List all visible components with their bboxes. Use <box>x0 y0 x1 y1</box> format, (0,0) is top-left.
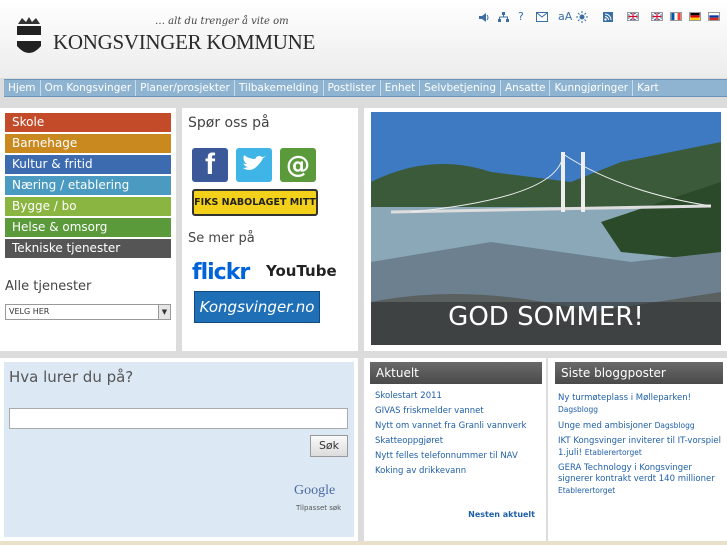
flag-france-icon[interactable] <box>670 12 682 21</box>
flag-russia-icon[interactable] <box>708 12 720 21</box>
facebook-icon[interactable]: f <box>192 148 228 182</box>
hero-caption: GOD SOMMER! <box>448 302 644 332</box>
blog-item[interactable]: Unge med ambisjoner Dagsblogg <box>558 420 724 432</box>
category-bygge[interactable]: Bygge / bo <box>5 197 171 216</box>
blog-list: Ny turmøteplass i Mølleparken! Dagsblogg… <box>558 393 724 501</box>
chevron-down-icon[interactable]: ▼ <box>158 305 170 319</box>
nav-item-selvbetjening[interactable]: Selvbetjening <box>420 80 501 96</box>
sitemap-icon[interactable] <box>498 12 509 23</box>
blog-item[interactable]: IKT Kongsvinger inviterer til IT-vorspie… <box>558 436 724 459</box>
nav-item-planer[interactable]: Planer/prosjekter <box>136 80 235 96</box>
flag-uk-icon[interactable] <box>651 12 663 21</box>
flickr-link[interactable]: flickr <box>192 260 250 285</box>
site-title[interactable]: KONGSVINGER KOMMUNE <box>53 30 315 55</box>
blog-item-source: Etablerertorget <box>584 448 642 457</box>
category-tekniske[interactable]: Tekniske tjenester <box>5 239 171 258</box>
nav-item-kart[interactable]: Kart <box>633 80 663 96</box>
flag-uk-icon[interactable] <box>627 12 639 21</box>
blog-panel: Siste bloggposter Ny turmøteplass i Møll… <box>548 358 727 541</box>
services-title: Alle tjenester <box>5 279 92 294</box>
blog-item[interactable]: Ny turmøteplass i Mølleparken! Dagsblogg <box>558 393 724 416</box>
news-title: Aktuelt <box>370 362 542 384</box>
nav-item-enhet[interactable]: Enhet <box>381 80 421 96</box>
services-select-value: VELG HER <box>9 307 50 316</box>
search-input[interactable] <box>9 408 348 429</box>
category-skole[interactable]: Skole <box>5 113 171 132</box>
youtube-label: YouTube <box>266 262 337 280</box>
category-naering[interactable]: Næring / etablering <box>5 176 171 195</box>
search-title: Hva lurer du på? <box>9 368 134 386</box>
news-item[interactable]: Skolestart 2011 <box>375 391 540 402</box>
blog-item[interactable]: GERA Technology i Kongsvinger signerer k… <box>558 463 724 497</box>
category-panel: Skole Barnehage Kultur & fritid Næring /… <box>0 108 176 351</box>
nav-item-ansatte[interactable]: Ansatte <box>501 80 551 96</box>
blog-item-text: GERA Technology i Kongsvinger signerer k… <box>558 463 715 484</box>
speaker-icon[interactable] <box>478 12 490 23</box>
category-barnehage[interactable]: Barnehage <box>5 134 171 153</box>
kongsvinger-no-link[interactable]: Kongsvinger.no <box>194 291 320 323</box>
services-select[interactable]: VELG HER ▼ <box>5 304 171 320</box>
news-item[interactable]: GIVAS friskmelder vannet <box>375 406 540 417</box>
search-button[interactable]: Søk <box>310 435 348 457</box>
bottom-strip <box>0 541 727 545</box>
text-size-icon[interactable]: aA <box>558 11 572 23</box>
google-subtitle: Tilpasset søk <box>296 504 342 512</box>
fiks-nabolaget-button[interactable]: FIKS NABOLAGET MITT <box>192 189 318 216</box>
youtube-link[interactable]: YouTube <box>266 262 337 280</box>
news-item[interactable]: Skatteoppgjøret <box>375 436 540 447</box>
ask-title: Spør oss på <box>188 115 270 131</box>
header: … alt du trenger å vite om KONGSVINGER K… <box>0 0 727 78</box>
twitter-icon[interactable] <box>236 148 272 182</box>
tagline: … alt du trenger å vite om <box>155 16 289 27</box>
google-logo: Google <box>294 483 336 498</box>
flag-germany-icon[interactable] <box>689 12 701 21</box>
blog-title: Siste bloggposter <box>555 362 723 384</box>
email-icon[interactable]: @ <box>280 148 316 182</box>
news-item[interactable]: Koking av drikkevann <box>375 466 540 477</box>
see-title: Se mer på <box>188 231 255 246</box>
blog-item-source: Dagsblogg <box>558 405 598 414</box>
news-more-link[interactable]: Nesten aktuelt <box>468 510 535 519</box>
crest-icon[interactable] <box>14 16 44 60</box>
help-icon[interactable]: ? <box>518 11 524 23</box>
nav-item-om-kongsvinger[interactable]: Om Kongsvinger <box>41 80 137 96</box>
news-item[interactable]: Nytt felles telefonnummer til NAV <box>375 451 540 462</box>
mail-icon[interactable] <box>536 12 548 22</box>
blog-item-text: Ny turmøteplass i Mølleparken! <box>558 393 692 403</box>
blog-item-text: Unge med ambisjoner <box>558 421 652 431</box>
category-kultur[interactable]: Kultur & fritid <box>5 155 171 174</box>
news-item[interactable]: Nytt om vannet fra Granli vannverk <box>375 421 540 432</box>
category-helse[interactable]: Helse & omsorg <box>5 218 171 237</box>
nav-item-postlister[interactable]: Postlister <box>324 80 381 96</box>
news-list: Skolestart 2011 GIVAS friskmelder vannet… <box>375 391 540 481</box>
blog-item-source: Dagsblogg <box>654 421 695 430</box>
social-panel: Spør oss på f @ FIKS NABOLAGET MITT Se m… <box>182 108 358 351</box>
search-panel: Hva lurer du på? Søk Google Tilpasset sø… <box>0 358 358 541</box>
contrast-icon[interactable] <box>576 11 588 23</box>
rss-icon[interactable] <box>603 12 613 22</box>
flickr-label: flickr <box>192 260 250 285</box>
news-panel: Aktuelt Skolestart 2011 GIVAS friskmelde… <box>364 358 546 541</box>
hero-panel: GOD SOMMER! <box>364 108 727 351</box>
main-nav: Hjem Om Kongsvinger Planer/prosjekter Ti… <box>4 79 727 97</box>
nav-item-kunngjoringer[interactable]: Kunngjøringer <box>550 80 634 96</box>
nav-item-hjem[interactable]: Hjem <box>4 80 41 96</box>
blog-item-source: Etablerertorget <box>558 486 616 495</box>
nav-item-tilbakemelding[interactable]: Tilbakemelding <box>235 80 324 96</box>
